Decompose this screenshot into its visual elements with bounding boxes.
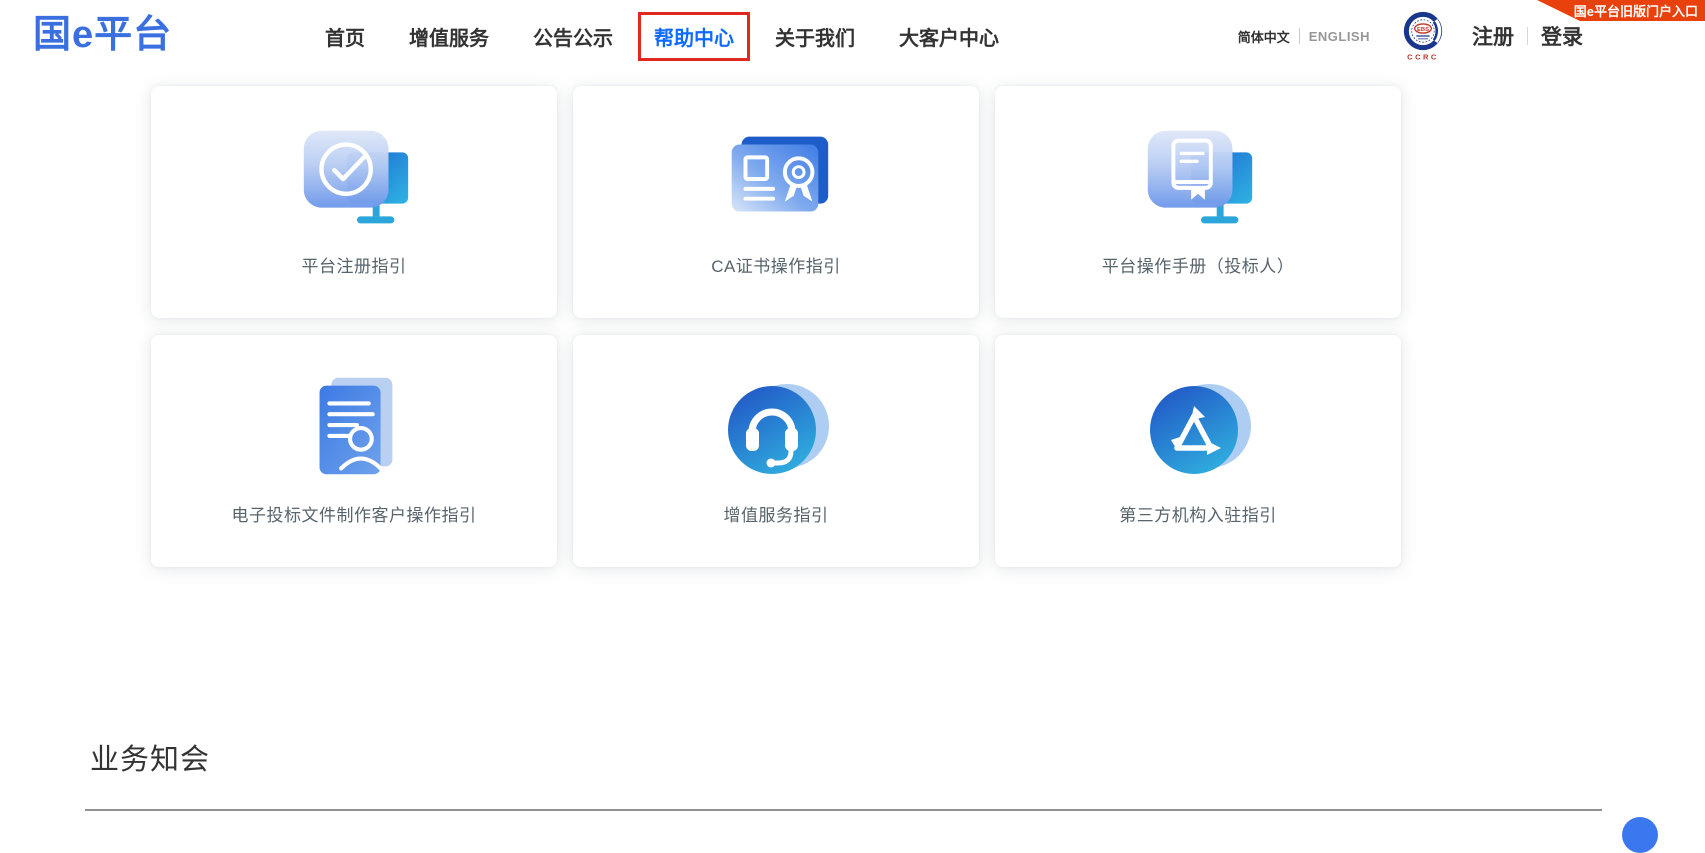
divider xyxy=(1527,27,1528,45)
main-nav: 首页 增值服务 公告公示 帮助中心 关于我们 大客户中心 xyxy=(303,0,1021,72)
ccrc-certification-badge-icon: EBS CCRC xyxy=(1398,7,1448,65)
nav-item-help-center[interactable]: 帮助中心 xyxy=(638,12,750,61)
document-user-icon xyxy=(290,373,418,485)
register-button[interactable]: 注册 xyxy=(1472,21,1514,51)
nav-item-about-us[interactable]: 关于我们 xyxy=(772,12,858,61)
card-label: 平台操作手册（投标人） xyxy=(1102,252,1295,277)
section-title-business-notice: 业务知会 xyxy=(90,736,210,778)
floating-action-button[interactable] xyxy=(1622,817,1658,853)
headset-icon xyxy=(715,373,837,485)
svg-text:EBS: EBS xyxy=(1417,27,1429,33)
card-value-added-services-guide[interactable]: 增值服务指引 xyxy=(573,335,979,567)
lang-simplified-chinese[interactable]: 简体中文 xyxy=(1238,27,1290,46)
nav-item-home[interactable]: 首页 xyxy=(322,12,368,61)
recycle-arrows-icon xyxy=(1137,373,1259,485)
nav-item-announcements[interactable]: 公告公示 xyxy=(530,12,616,61)
monitor-check-icon xyxy=(290,124,418,236)
card-label: 第三方机构入驻指引 xyxy=(1119,501,1277,526)
help-card-grid: 平台注册指引 xyxy=(151,86,1401,567)
header-right-group: 简体中文 ENGLISH EBS CCRC 注册 登录 xyxy=(1238,0,1583,72)
login-button[interactable]: 登录 xyxy=(1541,21,1583,51)
section-divider xyxy=(85,809,1602,811)
card-platform-registration-guide[interactable]: 平台注册指引 xyxy=(151,86,557,318)
card-label: CA证书操作指引 xyxy=(711,252,841,277)
site-logo[interactable]: 国e平台 xyxy=(33,13,172,57)
svg-text:CCRC: CCRC xyxy=(1407,52,1439,61)
divider xyxy=(1299,28,1300,44)
nav-item-key-accounts[interactable]: 大客户中心 xyxy=(896,12,1002,61)
nav-item-value-added-services[interactable]: 增值服务 xyxy=(406,12,492,61)
card-platform-manual-bidder[interactable]: 平台操作手册（投标人） xyxy=(995,86,1401,318)
card-third-party-onboarding-guide[interactable]: 第三方机构入驻指引 xyxy=(995,335,1401,567)
manual-book-monitor-icon xyxy=(1134,124,1262,236)
card-ca-certificate-guide[interactable]: CA证书操作指引 xyxy=(573,86,979,318)
certificate-award-icon xyxy=(712,124,840,236)
card-ebid-document-guide[interactable]: 电子投标文件制作客户操作指引 xyxy=(151,335,557,567)
card-label: 增值服务指引 xyxy=(724,501,829,526)
card-label: 平台注册指引 xyxy=(302,252,407,277)
lang-english[interactable]: ENGLISH xyxy=(1309,29,1370,44)
top-header: 国e平台 首页 增值服务 公告公示 帮助中心 关于我们 大客户中心 简体中文 E… xyxy=(0,0,1705,72)
card-label: 电子投标文件制作客户操作指引 xyxy=(232,501,477,526)
